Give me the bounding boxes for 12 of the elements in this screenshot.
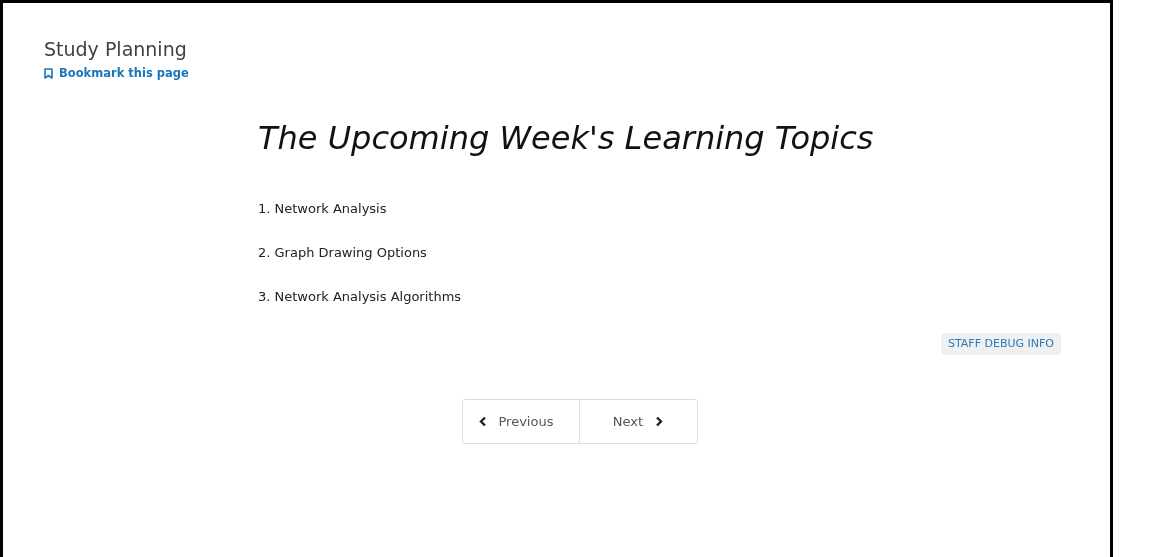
chevron-left-icon bbox=[478, 416, 487, 428]
topic-item: 3. Network Analysis Algorithms bbox=[258, 288, 463, 307]
staff-debug-button[interactable]: STAFF DEBUG INFO bbox=[940, 333, 1061, 356]
bookmark-icon bbox=[44, 68, 53, 80]
topic-item: 2. Graph Drawing Options bbox=[258, 244, 428, 263]
previous-button[interactable]: Previous bbox=[462, 400, 580, 444]
next-button[interactable]: Next bbox=[579, 400, 697, 444]
page-title: Study Planning bbox=[44, 37, 187, 62]
bookmark-link[interactable]: Bookmark this page bbox=[44, 65, 189, 83]
chevron-right-icon bbox=[655, 416, 664, 428]
page-heading: The Upcoming Week's Learning Topics bbox=[258, 118, 875, 160]
topic-item: 1. Network Analysis bbox=[258, 200, 388, 219]
